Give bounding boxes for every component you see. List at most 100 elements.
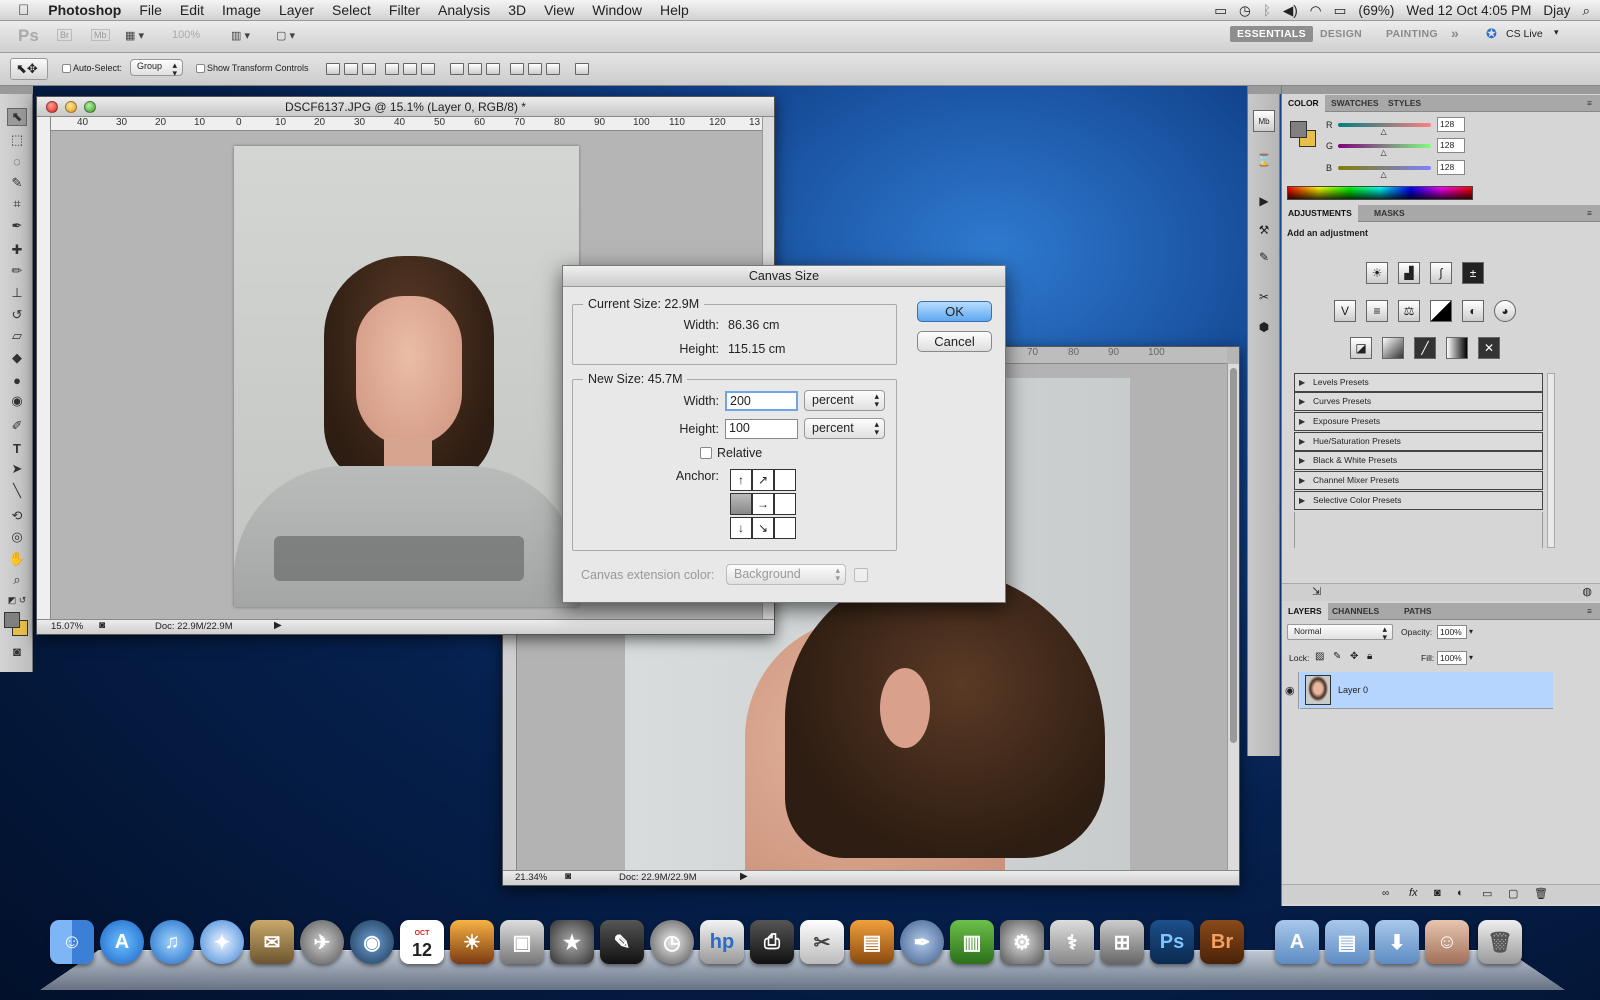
link-layers-icon[interactable]: ∞: [1382, 888, 1389, 899]
levels-presets-item[interactable]: Levels Presets: [1294, 373, 1543, 392]
workspace-painting[interactable]: PAINTING: [1386, 28, 1438, 40]
align-bottom-icon[interactable]: [362, 63, 376, 75]
lock-pixels-icon[interactable]: ✎: [1333, 651, 1341, 662]
anchor-arrow-right-icon[interactable]: →: [752, 493, 774, 515]
numbers-icon[interactable]: ▥: [950, 920, 994, 964]
fill-dropdown-icon[interactable]: ▾: [1469, 653, 1473, 662]
selective-color-presets-item[interactable]: Selective Color Presets: [1294, 491, 1543, 510]
new-width-input[interactable]: 200: [725, 391, 798, 411]
script-editor-icon[interactable]: ✒: [900, 920, 944, 964]
black-white-presets-item[interactable]: Black & White Presets: [1294, 451, 1543, 470]
show-transform-checkbox[interactable]: [196, 64, 205, 73]
system-preferences-icon[interactable]: ⚙: [1000, 920, 1044, 964]
wifi-icon[interactable]: ◠: [1310, 3, 1322, 19]
foreground-color-swatch[interactable]: [4, 612, 20, 628]
channel-mixer-icon[interactable]: ◕: [1494, 300, 1516, 322]
documents-folder-icon[interactable]: ▤: [1325, 920, 1369, 964]
clock[interactable]: Wed 12 Oct 4:05 PM: [1406, 3, 1531, 18]
distribute-hcenter-icon[interactable]: [528, 63, 542, 75]
g-slider-thumb[interactable]: △: [1381, 148, 1387, 157]
document-title-bar[interactable]: DSCF6137.JPG @ 15.1% (Layer 0, RGB/8) *: [37, 97, 774, 117]
anchor-bottom-right-cell[interactable]: [774, 517, 796, 539]
workspace-design[interactable]: DESIGN: [1320, 28, 1362, 40]
menu-analysis[interactable]: Analysis: [429, 2, 499, 18]
auto-align-layers-icon[interactable]: [575, 63, 589, 75]
align-left-icon[interactable]: [385, 63, 399, 75]
clone-source-icon[interactable]: ✂: [1253, 286, 1275, 308]
panel-menu-icon[interactable]: ≡: [1581, 205, 1598, 222]
photo-filter-icon[interactable]: ◐: [1462, 300, 1484, 322]
opacity-input[interactable]: 100%: [1437, 625, 1467, 639]
layer-style-icon[interactable]: fx: [1409, 887, 1418, 899]
clip-adjustment-icon[interactable]: ⇲: [1312, 585, 1321, 598]
bridge-dock-icon[interactable]: Br: [1200, 920, 1244, 964]
downloads-folder-icon[interactable]: ⬇: [1375, 920, 1419, 964]
battery-percent[interactable]: (69%): [1358, 3, 1394, 18]
time-machine-icon[interactable]: ◷: [1239, 3, 1251, 19]
panel-menu-icon[interactable]: ≡: [1581, 95, 1598, 112]
zoom-level-dropdown[interactable]: 100%: [172, 29, 200, 41]
anchor-arrow-down-right-icon[interactable]: ↘: [752, 517, 774, 539]
posterize-icon[interactable]: [1382, 337, 1404, 359]
add-mask-icon[interactable]: ◙: [1434, 887, 1441, 899]
scrollbar-thumb[interactable]: [1230, 368, 1237, 743]
anchor-right-cell[interactable]: [774, 493, 796, 515]
quick-mask-icon[interactable]: ◙: [7, 642, 27, 660]
hue-saturation-presets-item[interactable]: Hue/Saturation Presets: [1294, 432, 1543, 451]
spotlight-icon[interactable]: ⌕: [1582, 3, 1590, 19]
tab-color[interactable]: COLOR: [1282, 95, 1325, 112]
menu-window[interactable]: Window: [583, 2, 651, 18]
ok-button[interactable]: OK: [917, 301, 992, 322]
quick-selection-tool-icon[interactable]: ✎: [7, 174, 27, 192]
more-workspaces-button[interactable]: »: [1451, 25, 1459, 41]
r-slider-thumb[interactable]: △: [1381, 127, 1387, 136]
foreground-color-swatch[interactable]: [1290, 121, 1307, 138]
tab-channels[interactable]: CHANNELS: [1326, 603, 1385, 620]
zoom-readout[interactable]: 15.07%: [51, 621, 83, 632]
zoom-tool-icon[interactable]: ⌕: [7, 571, 27, 589]
iwork-icon[interactable]: ✎: [600, 920, 644, 964]
hue-saturation-icon[interactable]: ≡: [1366, 300, 1388, 322]
trash-icon[interactable]: 🗑︎: [1478, 920, 1522, 964]
tab-masks[interactable]: MASKS: [1368, 205, 1411, 222]
extension-color-dropdown[interactable]: Background ▴ ▾: [726, 564, 846, 585]
photo-stack-icon[interactable]: ☺: [1425, 920, 1469, 964]
app-store-icon[interactable]: A: [100, 920, 144, 964]
zoom-window-icon[interactable]: [84, 101, 96, 113]
dodge-tool-icon[interactable]: ◉: [7, 392, 27, 410]
type-tool-icon[interactable]: T: [7, 439, 27, 457]
tool-preset-picker[interactable]: ⬉✥: [10, 58, 48, 80]
lock-all-icon[interactable]: 🔒︎: [1367, 651, 1372, 662]
invert-icon[interactable]: ◪: [1350, 337, 1372, 359]
menu-file[interactable]: File: [130, 2, 171, 18]
align-top-icon[interactable]: [326, 63, 340, 75]
extension-color-swatch[interactable]: [854, 568, 868, 582]
adjustments-options-icon[interactable]: ◍: [1582, 585, 1592, 598]
delete-layer-icon[interactable]: 🗑︎: [1534, 887, 1548, 900]
auto-select-group-dropdown[interactable]: Group ▴ ▾: [130, 59, 183, 78]
swap-colors-icon[interactable]: ◩ ↺: [7, 591, 27, 609]
new-layer-icon[interactable]: ▢: [1508, 887, 1518, 900]
threshold-icon[interactable]: ╱: [1414, 337, 1436, 359]
cs-live-icon[interactable]: ✪: [1486, 26, 1497, 42]
workspace-essentials[interactable]: ESSENTIALS: [1230, 26, 1313, 42]
tab-swatches[interactable]: SWATCHES: [1325, 95, 1385, 112]
marquee-tool-icon[interactable]: ⬚: [7, 131, 27, 149]
status-menu-arrow-icon[interactable]: ▶: [274, 620, 282, 631]
mini-bridge-button[interactable]: Mb: [91, 29, 110, 41]
distribute-right-icon[interactable]: [546, 63, 560, 75]
status-menu-arrow-icon[interactable]: ▶: [740, 871, 748, 882]
photoshop-dock-icon[interactable]: Ps: [1150, 920, 1194, 964]
display-icon[interactable]: ▭: [1214, 3, 1227, 19]
vibrance-icon[interactable]: V: [1334, 300, 1356, 322]
finder-icon[interactable]: ☺: [50, 920, 94, 964]
new-group-icon[interactable]: ▭: [1482, 887, 1492, 900]
g-value-input[interactable]: 128: [1437, 138, 1465, 153]
align-vcenter-icon[interactable]: [344, 63, 358, 75]
battery-icon[interactable]: ▭: [1334, 3, 1347, 19]
eye-icon[interactable]: ◉: [1285, 684, 1295, 697]
layer-thumbnail[interactable]: [1305, 675, 1331, 705]
menu-3d[interactable]: 3D: [499, 2, 535, 18]
view-extras-icon[interactable]: ▦ ▾: [125, 29, 144, 42]
selective-color-icon[interactable]: ✕: [1478, 337, 1500, 359]
